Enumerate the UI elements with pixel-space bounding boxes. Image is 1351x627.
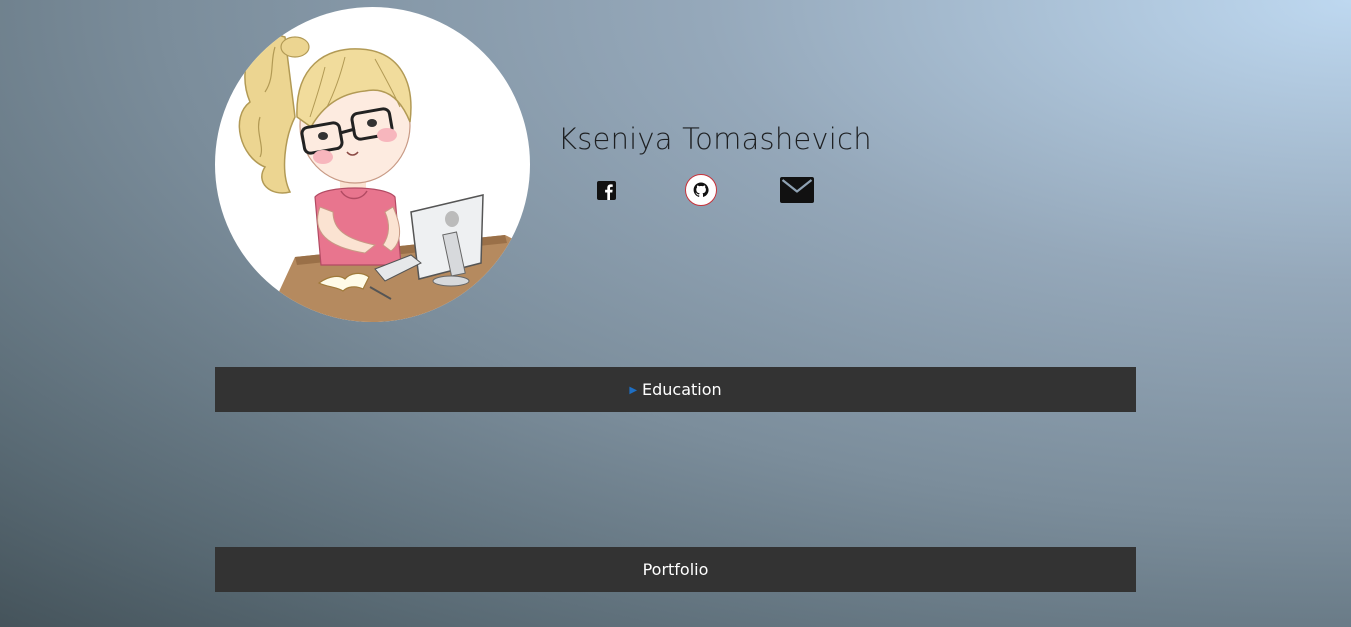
education-label: Education: [642, 380, 722, 399]
github-link[interactable]: [684, 173, 718, 207]
facebook-link[interactable]: [592, 173, 620, 207]
facebook-icon: [596, 180, 616, 200]
education-section-toggle[interactable]: ▶ Education: [215, 367, 1136, 412]
portfolio-section-toggle[interactable]: Portfolio: [215, 547, 1136, 592]
profile-avatar: [215, 7, 530, 322]
mail-icon: [780, 177, 814, 203]
girl-at-computer-illustration: [238, 34, 530, 322]
profile-name: Kseniya Tomashevich: [558, 122, 872, 156]
email-link[interactable]: [780, 173, 814, 207]
portfolio-label: Portfolio: [642, 560, 709, 579]
disclosure-triangle-icon: ▶: [629, 385, 638, 396]
github-icon-ring: [685, 174, 717, 206]
github-icon: [693, 182, 709, 197]
